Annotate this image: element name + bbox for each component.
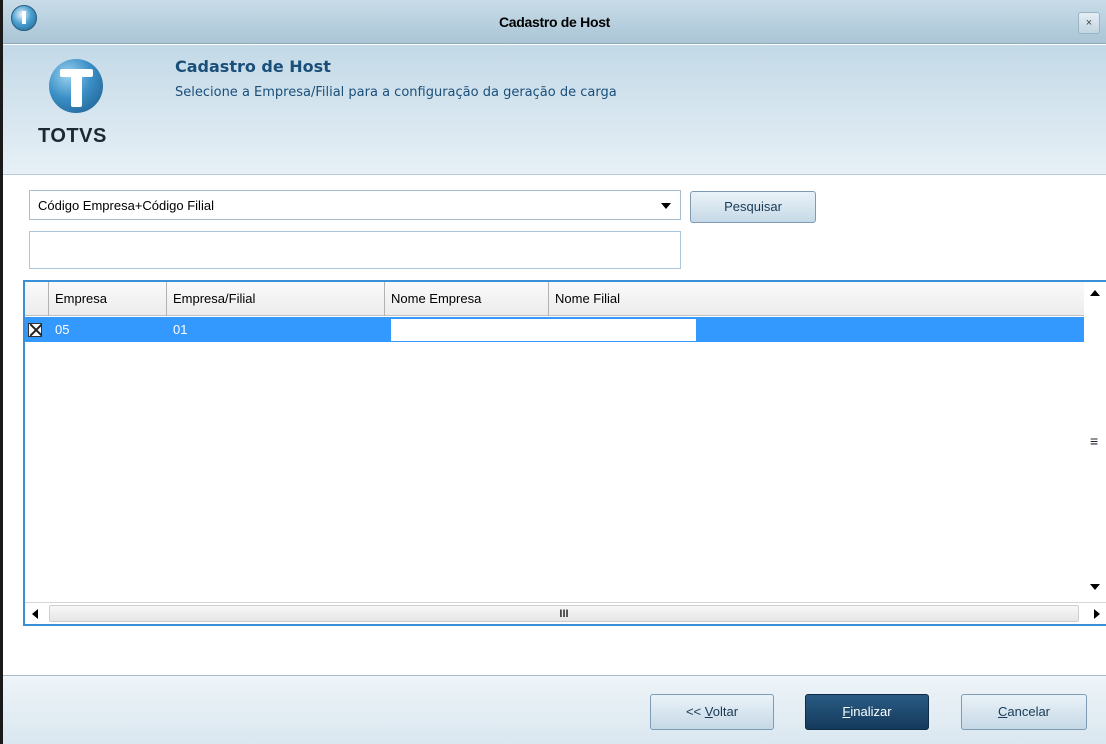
back-button[interactable]: << Voltar: [650, 694, 774, 730]
title-bar[interactable]: Cadastro de Host ×: [3, 0, 1106, 44]
search-input[interactable]: [29, 231, 681, 269]
horizontal-scroll-thumb[interactable]: III: [49, 605, 1079, 622]
wizard-footer: [3, 676, 1106, 744]
scroll-left-icon[interactable]: [32, 609, 38, 619]
column-nome-filial[interactable]: Nome Filial: [549, 282, 1086, 316]
cell-nome-empresa-editing[interactable]: [391, 319, 696, 341]
column-empresa-filial[interactable]: Empresa/Filial: [167, 282, 385, 316]
grid-header-check: [25, 282, 49, 316]
chevron-down-icon[interactable]: [656, 195, 676, 215]
cell-empresa: 05: [55, 322, 70, 337]
cancel-button[interactable]: Cancelar: [961, 694, 1087, 730]
table-row[interactable]: 05 01: [25, 317, 1086, 342]
search-index-value: Código Empresa+Código Filial: [38, 198, 214, 213]
horizontal-scrollbar[interactable]: III: [25, 602, 1106, 624]
column-empresa[interactable]: Empresa: [49, 282, 167, 316]
window-title: Cadastro de Host: [498, 14, 611, 30]
search-index-select[interactable]: Código Empresa+Código Filial: [29, 190, 681, 220]
row-checkbox[interactable]: [28, 323, 42, 337]
column-nome-empresa[interactable]: Nome Empresa: [385, 282, 549, 316]
scroll-up-icon[interactable]: [1090, 290, 1100, 296]
scroll-down-icon[interactable]: [1090, 584, 1100, 590]
search-button[interactable]: Pesquisar: [690, 191, 816, 223]
logo-wordmark: TOTVS: [38, 125, 107, 147]
vertical-scrollbar[interactable]: ≡: [1084, 282, 1106, 602]
wizard-header: TOTVS Cadastro de Host Selecione a Empre…: [3, 45, 1106, 175]
dialog-window: Cadastro de Host × TOTVS Cadastro de Hos…: [0, 0, 1106, 744]
close-button[interactable]: ×: [1078, 12, 1100, 34]
cell-empresa-filial: 01: [173, 322, 188, 337]
finish-button[interactable]: Finalizar: [805, 694, 929, 730]
totvs-logo: TOTVS: [38, 59, 118, 154]
page-subtitle: Selecione a Empresa/Filial para a config…: [175, 85, 617, 100]
scroll-grip-icon[interactable]: ≡: [1090, 434, 1098, 448]
company-branch-grid[interactable]: Empresa Empresa/Filial Nome Empresa Nome…: [23, 280, 1106, 626]
page-title: Cadastro de Host: [175, 57, 331, 76]
scroll-right-icon[interactable]: [1094, 609, 1100, 619]
grid-header: Empresa Empresa/Filial Nome Empresa Nome…: [25, 282, 1086, 316]
